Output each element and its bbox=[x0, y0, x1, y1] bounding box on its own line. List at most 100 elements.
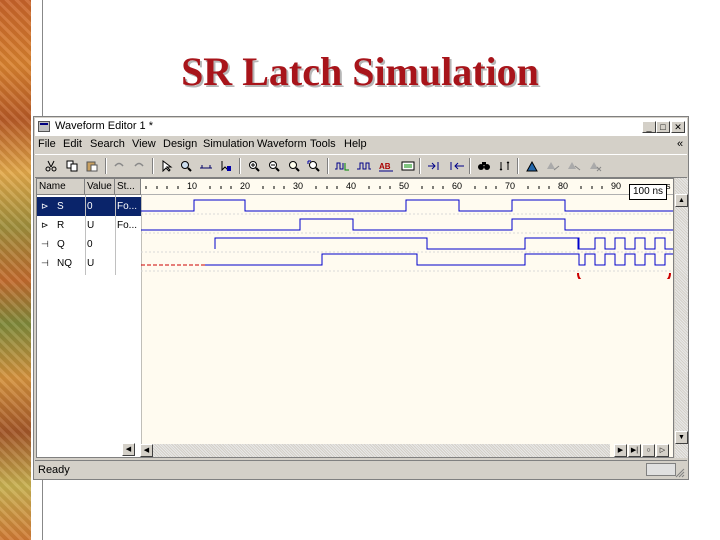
input-port-icon: ⊳ bbox=[41, 201, 49, 211]
ruler-label-90: 90 bbox=[611, 181, 622, 191]
waveform-q bbox=[214, 237, 673, 250]
scroll-left-button[interactable]: ◀ bbox=[122, 443, 135, 456]
title-bar[interactable]: Waveform Editor 1 * _ □ ✕ bbox=[35, 118, 687, 136]
menu-help[interactable]: Help bbox=[344, 138, 367, 150]
step-icon[interactable] bbox=[427, 158, 443, 174]
column-divider bbox=[85, 195, 86, 275]
next-bookmark-icon[interactable] bbox=[566, 158, 582, 174]
goto-icon[interactable] bbox=[497, 158, 513, 174]
menu-view[interactable]: View bbox=[132, 138, 156, 150]
scroll-left-button[interactable]: ◀ bbox=[140, 444, 153, 457]
signal-name: Q bbox=[57, 239, 65, 250]
menu-tools[interactable]: Tools bbox=[310, 138, 336, 150]
minimize-button[interactable]: _ bbox=[642, 121, 656, 133]
signal-value: U bbox=[87, 258, 95, 269]
waveform-nq bbox=[205, 253, 673, 266]
input-port-icon: ⊳ bbox=[41, 220, 49, 230]
waveform-app-icon bbox=[38, 121, 50, 132]
zoom-fit-icon[interactable] bbox=[286, 158, 302, 174]
cursor-icon[interactable] bbox=[218, 158, 234, 174]
zoom-icon[interactable] bbox=[178, 158, 194, 174]
resize-grip-icon[interactable] bbox=[675, 465, 685, 478]
ruler-icon[interactable] bbox=[198, 158, 214, 174]
column-header-value[interactable]: Value bbox=[85, 179, 115, 195]
signal-name: R bbox=[57, 220, 65, 231]
prev-bookmark-icon[interactable] bbox=[545, 158, 561, 174]
signal-stimulator[interactable]: Fo... bbox=[117, 220, 137, 231]
cut-icon[interactable] bbox=[43, 158, 59, 174]
hotkey-icon[interactable] bbox=[400, 158, 416, 174]
waveform-panel: Name Value St... 10 20 30 40 50 60 70 80… bbox=[36, 178, 674, 458]
zoom-area-icon[interactable] bbox=[306, 158, 322, 174]
vertical-scrollbar[interactable]: ▲ ▼ bbox=[675, 178, 688, 458]
ruler-label-40: 40 bbox=[346, 181, 357, 191]
find-icon[interactable] bbox=[476, 158, 492, 174]
slide-title: SR Latch Simulation bbox=[181, 49, 539, 94]
scroll-up-button[interactable]: ▲ bbox=[675, 194, 688, 207]
signal-value: 0 bbox=[87, 201, 93, 212]
menu-waveform[interactable]: Waveform bbox=[257, 138, 307, 150]
maximize-button[interactable]: □ bbox=[656, 121, 670, 133]
waveform-s bbox=[141, 199, 673, 212]
time-ruler[interactable]: 10 20 30 40 50 60 70 80 90 ns bbox=[141, 179, 673, 195]
waveform-editor-window: Waveform Editor 1 * _ □ ✕ File Edit Sear… bbox=[33, 116, 689, 480]
clear-bookmarks-icon[interactable] bbox=[587, 158, 603, 174]
column-header-name[interactable]: Name bbox=[37, 179, 85, 195]
scroll-down-button[interactable]: ▼ bbox=[675, 431, 688, 444]
close-button[interactable]: ✕ bbox=[671, 121, 685, 133]
status-bar: Ready bbox=[35, 460, 687, 479]
toolbar-separator bbox=[105, 158, 107, 174]
signal-row-nq[interactable]: ⊣ NQ U bbox=[37, 254, 141, 273]
signal-value: U bbox=[87, 220, 95, 231]
column-header-stimulator[interactable]: St... bbox=[115, 179, 141, 195]
toolbar-separator bbox=[469, 158, 471, 174]
zoom-in-icon[interactable] bbox=[246, 158, 262, 174]
waveform-display[interactable] bbox=[141, 179, 673, 457]
menu-chevron[interactable]: « bbox=[677, 138, 683, 150]
ruler-label-30: 30 bbox=[293, 181, 304, 191]
signal-row-r[interactable]: ⊳ R U Fo... bbox=[37, 216, 141, 235]
menu-design[interactable]: Design bbox=[163, 138, 197, 150]
toolbar-separator bbox=[419, 158, 421, 174]
formula-icon[interactable]: AB bbox=[378, 158, 394, 174]
toolbar-separator bbox=[239, 158, 241, 174]
scroll-end-button[interactable]: ▶| bbox=[628, 444, 641, 457]
toolbar-separator bbox=[517, 158, 519, 174]
bookmark-icon[interactable] bbox=[524, 158, 540, 174]
output-port-icon: ⊣ bbox=[41, 258, 49, 268]
signal-row-q[interactable]: ⊣ Q 0 bbox=[37, 235, 141, 254]
run-icon[interactable] bbox=[449, 158, 465, 174]
signal-value: 0 bbox=[87, 239, 93, 250]
scroll-right-button[interactable]: ▶ bbox=[614, 444, 627, 457]
output-port-icon: ⊣ bbox=[41, 239, 49, 249]
signal-stimulator[interactable]: Fo... bbox=[117, 201, 137, 212]
menu-search[interactable]: Search bbox=[90, 138, 125, 150]
toolbar-separator bbox=[327, 158, 329, 174]
menu-edit[interactable]: Edit bbox=[63, 138, 82, 150]
scroll-far-right-button[interactable]: ▷ bbox=[656, 444, 669, 457]
copy-icon[interactable] bbox=[64, 158, 80, 174]
signal-row-s[interactable]: ⊳ S 0 Fo... bbox=[37, 197, 141, 216]
undo-icon[interactable] bbox=[111, 158, 127, 174]
ruler-label-70: 70 bbox=[505, 181, 516, 191]
ruler-label-10: 10 bbox=[187, 181, 198, 191]
select-icon[interactable] bbox=[159, 158, 175, 174]
column-divider bbox=[115, 195, 116, 275]
horizontal-scrollbar[interactable]: ◀ ▶ ▶| ○ ▷ bbox=[140, 444, 669, 457]
window-title: Waveform Editor 1 * bbox=[55, 120, 154, 132]
zoom-reset-button[interactable]: ○ bbox=[642, 444, 655, 457]
oscillation-brace bbox=[577, 272, 671, 279]
menu-file[interactable]: File bbox=[38, 138, 56, 150]
menu-simulation[interactable]: Simulation bbox=[203, 138, 254, 150]
status-panel bbox=[646, 463, 676, 476]
zoom-out-icon[interactable] bbox=[266, 158, 282, 174]
wave-icon[interactable] bbox=[356, 158, 372, 174]
clock-icon[interactable] bbox=[334, 158, 350, 174]
paste-icon[interactable] bbox=[84, 158, 100, 174]
name-panel-scrollbar[interactable]: ◀ bbox=[36, 443, 136, 457]
toolbar: AB bbox=[35, 154, 687, 178]
status-text: Ready bbox=[38, 464, 70, 476]
redo-icon[interactable] bbox=[131, 158, 147, 174]
toolbar-separator bbox=[152, 158, 154, 174]
ruler-label-20: 20 bbox=[240, 181, 251, 191]
